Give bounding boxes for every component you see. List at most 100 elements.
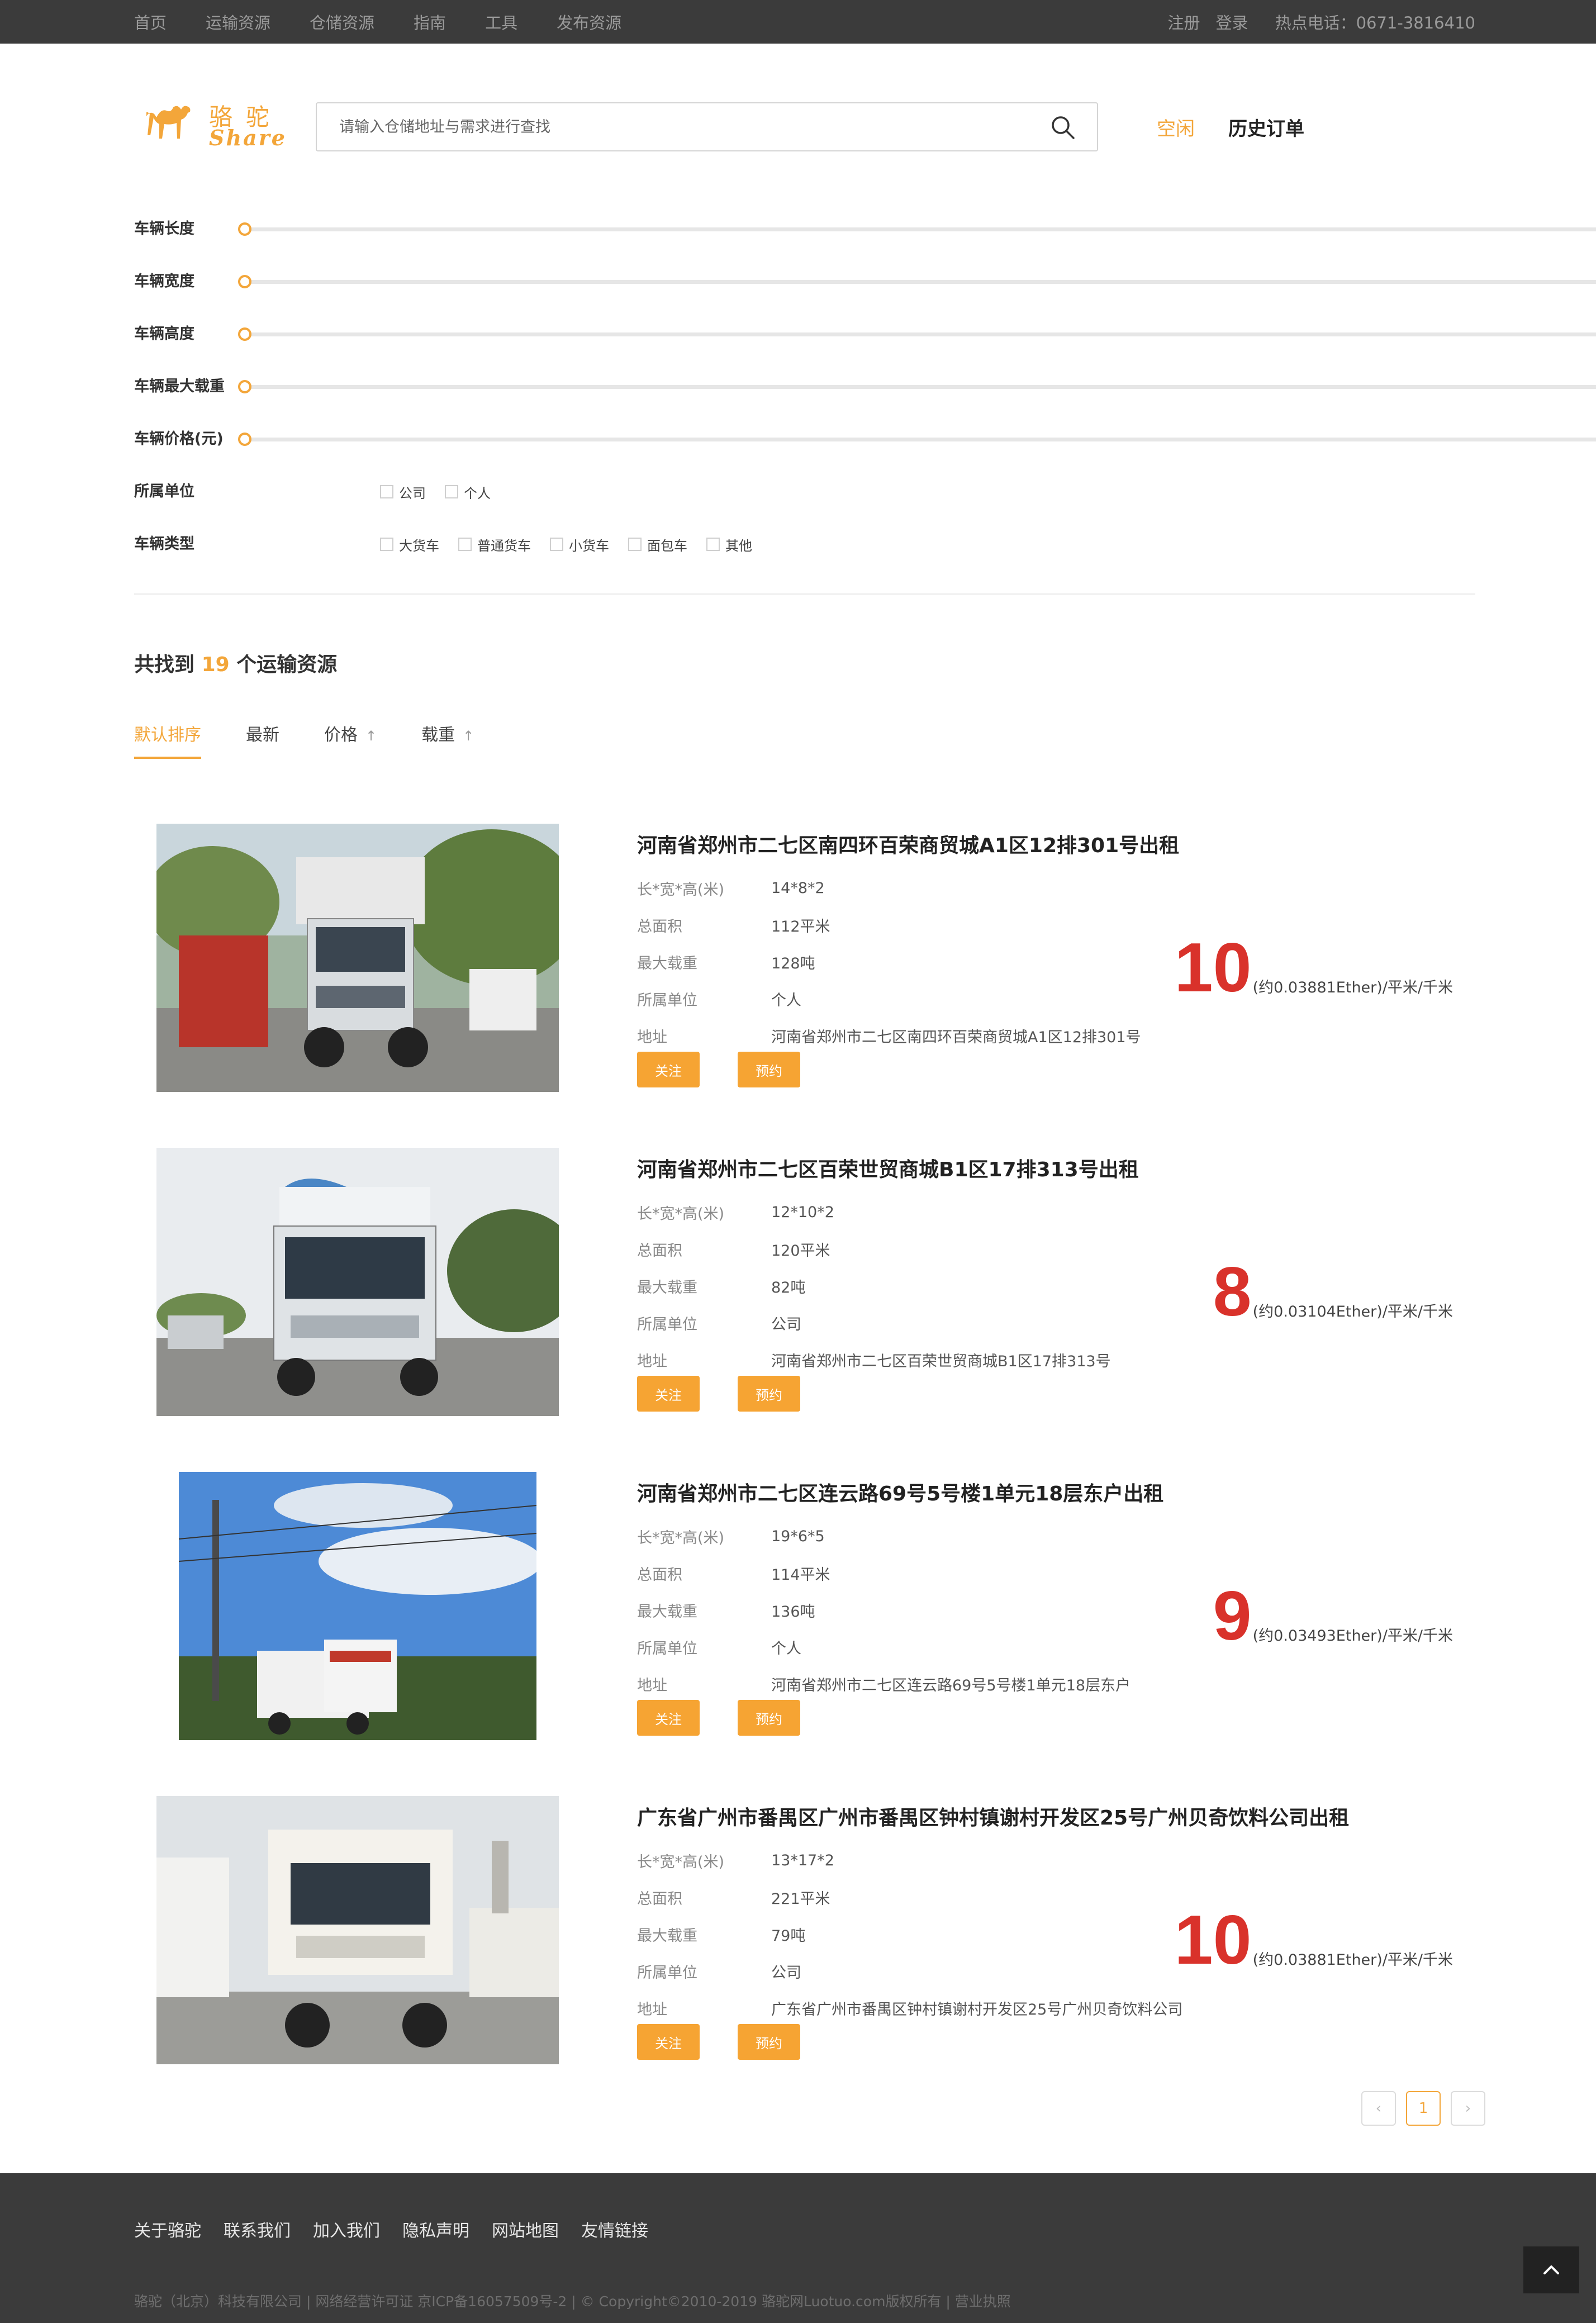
nav-tools[interactable]: 工具 xyxy=(485,10,517,34)
sort-bar: 默认排序 最新 价格 ↑ 载重 ↑ xyxy=(134,721,519,759)
search-icon[interactable] xyxy=(1050,115,1076,140)
page-1-button[interactable]: 1 xyxy=(1406,2091,1441,2126)
slider-handle[interactable] xyxy=(238,327,251,341)
spec-label: 总面积 xyxy=(637,1242,682,1260)
sort-default[interactable]: 默认排序 xyxy=(134,721,201,759)
footer-links: 关于骆驼 联系我们 加入我们 隐私声明 网站地图 友情链接 xyxy=(134,2217,671,2241)
owner-checkboxes: 公司 个人 xyxy=(380,481,510,503)
footer-join-link[interactable]: 加入我们 xyxy=(313,2217,380,2241)
owner-personal-checkbox[interactable]: 个人 xyxy=(445,482,491,502)
spec-label: 总面积 xyxy=(637,918,682,935)
listing-price: 10 (约0.03881Ether)/平米/千米 xyxy=(1175,933,1453,1003)
footer-privacy-link[interactable]: 隐私声明 xyxy=(402,2217,469,2241)
footer-about-link[interactable]: 关于骆驼 xyxy=(134,2217,201,2241)
search-box xyxy=(316,102,1098,151)
footer-contact-link[interactable]: 联系我们 xyxy=(224,2217,291,2241)
spec-value: 个人 xyxy=(771,1640,801,1657)
listing-actions: 关注 预约 xyxy=(637,1376,838,1412)
prev-page-button[interactable]: ‹ xyxy=(1361,2091,1396,2126)
idle-link[interactable]: 空闲 xyxy=(1157,113,1195,141)
listing-card: 河南省郑州市二七区连云路69号5号楼1单元18层东户出租 长*宽*高(米) 19*… xyxy=(134,1472,1475,1763)
sort-load[interactable]: 载重 ↑ xyxy=(421,721,474,759)
next-page-button[interactable]: › xyxy=(1451,2091,1485,2126)
owner-company-checkbox[interactable]: 公司 xyxy=(380,482,426,502)
slider-handle[interactable] xyxy=(238,433,251,446)
history-orders-link[interactable]: 历史订单 xyxy=(1228,113,1304,141)
spec-label: 最大载重 xyxy=(637,1279,697,1296)
sort-price[interactable]: 价格 ↑ xyxy=(324,721,377,759)
nav-home[interactable]: 首页 xyxy=(134,10,167,34)
nav-warehouse[interactable]: 仓储资源 xyxy=(310,10,374,34)
spec-value: 公司 xyxy=(771,1964,801,1982)
slider-track[interactable] xyxy=(240,332,1596,336)
spec-value: 公司 xyxy=(771,1315,801,1333)
listing-specs: 长*宽*高(米) 19*6*5 总面积 114平米 最大载重 136吨 所属单位 个人 … xyxy=(637,1518,1130,1702)
filter-vehicle-type: 车辆类型 大货车 普通货车 小货车 面包车 其他 xyxy=(134,533,1475,555)
listing-title[interactable]: 河南省郑州市二七区百荣世贸商城B1区17排313号出租 xyxy=(637,1153,1139,1182)
type-regular-truck-checkbox[interactable]: 普通货车 xyxy=(458,535,531,554)
price-note: (约0.03104Ether)/平米/千米 xyxy=(1252,1303,1453,1320)
spec-value: 个人 xyxy=(771,991,801,1009)
follow-button[interactable]: 关注 xyxy=(637,1376,700,1412)
slider-track[interactable] xyxy=(240,280,1596,284)
login-link[interactable]: 登录 xyxy=(1216,10,1248,34)
spec-label: 所属单位 xyxy=(637,991,697,1009)
price-value: 9 xyxy=(1213,1578,1252,1655)
footer-sitemap-link[interactable]: 网站地图 xyxy=(492,2217,559,2241)
reserve-button[interactable]: 预约 xyxy=(738,1700,800,1736)
spec-label: 最大载重 xyxy=(637,1927,697,1945)
listing-price: 9 (约0.03493Ether)/平米/千米 xyxy=(1213,1581,1453,1651)
slider-track[interactable] xyxy=(240,438,1596,441)
spec-value: 114平米 xyxy=(771,1566,830,1584)
result-count-number: 19 xyxy=(201,653,230,676)
nav-publish[interactable]: 发布资源 xyxy=(557,10,621,34)
truck-photo[interactable] xyxy=(156,1148,559,1416)
spec-value: 广东省广州市番禺区钟村镇谢村开发区25号广州贝奇饮料公司 xyxy=(771,2001,1183,2018)
chevron-up-icon xyxy=(1543,2265,1559,2274)
register-link[interactable]: 注册 xyxy=(1168,10,1200,34)
footer-friend-links[interactable]: 友情链接 xyxy=(581,2217,648,2241)
filter-label: 车辆类型 xyxy=(134,535,194,553)
site-logo[interactable]: 骆驼 Share xyxy=(141,93,286,154)
spec-value: 221平米 xyxy=(771,1890,830,1908)
listing-title[interactable]: 广东省广州市番禺区广州市番禺区钟村镇谢村开发区25号广州贝奇饮料公司出租 xyxy=(637,1802,1349,1831)
spec-label: 所属单位 xyxy=(637,1315,697,1333)
nav-guide[interactable]: 指南 xyxy=(414,10,446,34)
spec-label: 最大载重 xyxy=(637,954,697,972)
type-van-checkbox[interactable]: 面包车 xyxy=(628,535,687,554)
type-small-truck-checkbox[interactable]: 小货车 xyxy=(550,535,609,554)
slider-track[interactable] xyxy=(240,385,1596,389)
slider-handle[interactable] xyxy=(238,275,251,288)
listing-price: 10 (约0.03881Ether)/平米/千米 xyxy=(1175,1906,1453,1975)
follow-button[interactable]: 关注 xyxy=(637,1052,700,1087)
type-large-truck-checkbox[interactable]: 大货车 xyxy=(380,535,439,554)
search-input[interactable] xyxy=(339,103,1010,150)
sort-newest[interactable]: 最新 xyxy=(246,721,279,759)
truck-photo[interactable] xyxy=(156,1796,559,2064)
listing-title[interactable]: 河南省郑州市二七区连云路69号5号楼1单元18层东户出租 xyxy=(637,1478,1163,1507)
follow-button[interactable]: 关注 xyxy=(637,2024,700,2060)
reserve-button[interactable]: 预约 xyxy=(738,2024,800,2060)
reserve-button[interactable]: 预约 xyxy=(738,1052,800,1087)
price-note: (约0.03881Ether)/平米/千米 xyxy=(1252,979,1453,996)
site-footer: 关于骆驼 联系我们 加入我们 隐私声明 网站地图 友情链接 骆驼（北京）科技有限… xyxy=(0,2173,1596,2323)
slider-track[interactable] xyxy=(240,227,1596,231)
follow-button[interactable]: 关注 xyxy=(637,1700,700,1736)
back-to-top-button[interactable] xyxy=(1523,2246,1579,2293)
nav-transport[interactable]: 运输资源 xyxy=(206,10,270,34)
type-other-checkbox[interactable]: 其他 xyxy=(706,535,752,554)
sort-arrow-icon: ↑ xyxy=(365,728,377,744)
spec-value: 14*8*2 xyxy=(771,879,825,897)
spec-label: 地址 xyxy=(637,1676,667,1694)
listing-title[interactable]: 河南省郑州市二七区南四环百荣商贸城A1区12排301号出租 xyxy=(637,829,1179,858)
slider-handle[interactable] xyxy=(238,380,251,393)
truck-photo[interactable] xyxy=(179,1472,536,1740)
filter-divider xyxy=(134,593,1475,595)
slider-handle[interactable] xyxy=(238,222,251,236)
spec-value: 128吨 xyxy=(771,954,815,972)
header-links: 空闲 历史订单 xyxy=(1157,113,1304,141)
reserve-button[interactable]: 预约 xyxy=(738,1376,800,1412)
truck-photo[interactable] xyxy=(156,824,559,1092)
spec-value: 13*17*2 xyxy=(771,1851,834,1869)
filter-label: 车辆价格(元) xyxy=(134,430,224,448)
